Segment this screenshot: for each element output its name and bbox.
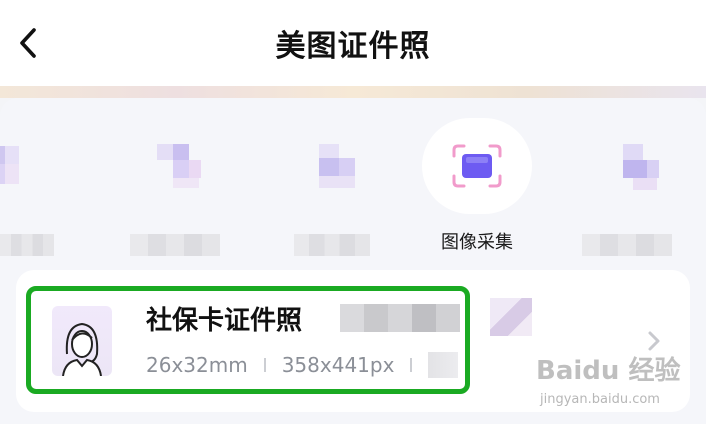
tool-item-5[interactable] xyxy=(572,118,682,256)
tool-item-1[interactable] xyxy=(0,118,54,256)
tool-icon-blurred xyxy=(145,138,205,194)
tool-icon-blurred xyxy=(0,138,19,194)
watermark-text: Baidu 经验 xyxy=(536,356,681,386)
tool-label: 图像采集 xyxy=(441,232,513,253)
watermark-sub: jingyan.baidu.com xyxy=(540,392,660,407)
banner-edge xyxy=(0,86,706,98)
back-button[interactable] xyxy=(8,20,48,66)
tool-item-image-capture[interactable]: 图像采集 xyxy=(422,118,532,253)
baidu-watermark: Baidu 经验 jingyan.baidu.com xyxy=(536,350,706,420)
tool-label-blurred xyxy=(0,234,54,256)
top-bar: 美图证件照 xyxy=(0,0,706,86)
tool-icon-blurred xyxy=(295,138,355,194)
blurred-thumbnail xyxy=(490,298,532,336)
tool-label-blurred xyxy=(130,234,220,256)
tool-icon-blurred xyxy=(597,138,659,194)
tool-item-2[interactable] xyxy=(120,118,230,256)
highlight-box xyxy=(26,286,470,394)
tool-label-blurred xyxy=(294,234,370,256)
chevron-left-icon xyxy=(20,28,36,58)
tool-icon-bg xyxy=(422,118,532,214)
tool-item-3[interactable] xyxy=(270,118,380,256)
page-title: 美图证件照 xyxy=(275,29,431,64)
tool-label-blurred xyxy=(582,234,672,256)
capture-frame-icon xyxy=(452,144,502,188)
